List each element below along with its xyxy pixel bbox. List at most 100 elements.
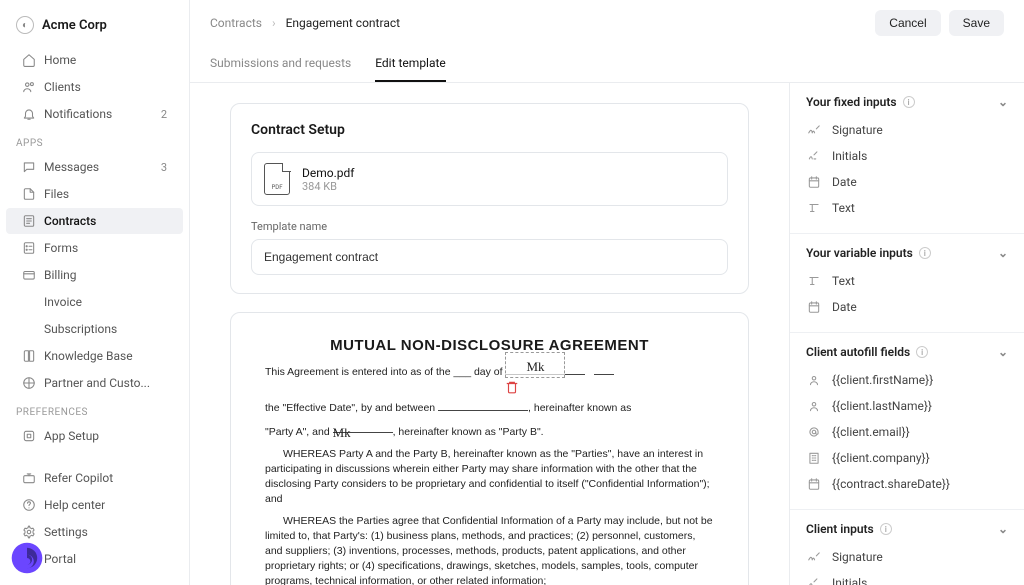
signature-field-overlay[interactable]: Mk <box>505 352 565 378</box>
input-item-initials[interactable]: Initials <box>806 570 1008 585</box>
setup-icon <box>22 429 36 443</box>
sidebar-item-label: Home <box>44 53 76 67</box>
sidebar-item-label: Refer Copilot <box>44 471 113 485</box>
save-button[interactable]: Save <box>949 10 1004 36</box>
panel-title: Contract Setup <box>251 122 728 138</box>
sidebar-item-subscriptions[interactable]: Subscriptions <box>6 316 183 342</box>
input-group-header[interactable]: Your fixed inputs i ⌄ <box>806 95 1008 109</box>
info-icon[interactable]: i <box>903 96 915 108</box>
contract-setup-panel: Contract Setup PDF Demo.pdf 384 KB Templ… <box>230 103 749 294</box>
sidebar: ◐ Acme Corp Home Clients Notifications2 AP… <box>0 0 190 585</box>
sidebar-item-label: Partner and Custo... <box>44 376 150 390</box>
sidebar-item-refer-copilot[interactable]: Refer Copilot <box>6 465 183 491</box>
input-item-initials[interactable]: Initials <box>806 143 1008 169</box>
file-row[interactable]: PDF Demo.pdf 384 KB <box>251 152 728 206</box>
sidebar-item-label: Subscriptions <box>44 322 117 336</box>
date-icon <box>806 174 822 190</box>
sidebar-item-clients[interactable]: Clients <box>6 74 183 100</box>
sidebar-item-label: Clients <box>44 80 81 94</box>
input-item--contract-sharedate-[interactable]: {{contract.shareDate}} <box>806 471 1008 497</box>
input-item-label: {{client.lastName}} <box>832 399 932 413</box>
user-icon <box>806 372 822 388</box>
cancel-button[interactable]: Cancel <box>875 10 940 36</box>
breadcrumb-root[interactable]: Contracts <box>210 16 262 30</box>
sidebar-item-messages[interactable]: Messages3 <box>6 154 183 180</box>
group-title: Your variable inputs <box>806 246 913 260</box>
info-icon[interactable]: i <box>880 523 892 535</box>
document-preview[interactable]: MUTUAL NON-DISCLOSURE AGREEMENT This Agr… <box>230 312 749 585</box>
date-icon <box>806 476 822 492</box>
settings-icon <box>22 525 36 539</box>
input-item-date[interactable]: Date <box>806 294 1008 320</box>
nav-section-apps: APPS <box>0 128 189 153</box>
nav: Home Clients Notifications2 APPS Messages3… <box>0 46 189 456</box>
input-item-text[interactable]: Text <box>806 195 1008 221</box>
input-group-header[interactable]: Client autofill fields i ⌄ <box>806 345 1008 359</box>
at-icon <box>806 424 822 440</box>
sidebar-item-label: Knowledge Base <box>44 349 133 363</box>
sidebar-item-notifications[interactable]: Notifications2 <box>6 101 183 127</box>
input-item--client-firstname-[interactable]: {{client.firstName}} <box>806 367 1008 393</box>
signature-scribble-icon: Mk <box>526 358 544 377</box>
info-icon[interactable]: i <box>919 247 931 259</box>
file-name: Demo.pdf <box>302 166 354 180</box>
input-item--client-email-[interactable]: {{client.email}} <box>806 419 1008 445</box>
chevron-down-icon: ⌄ <box>998 345 1008 359</box>
input-item-label: Text <box>832 201 855 215</box>
input-item-label: Signature <box>832 123 883 137</box>
main: Contracts › Engagement contract Cancel S… <box>190 0 1024 585</box>
input-item-text[interactable]: Text <box>806 268 1008 294</box>
billing-icon <box>22 268 36 282</box>
sidebar-item-partner-and-custo-[interactable]: Partner and Custo... <box>6 370 183 396</box>
sidebar-item-label: Notifications <box>44 107 112 121</box>
kb-icon <box>22 349 36 363</box>
input-group-header[interactable]: Client inputs i ⌄ <box>806 522 1008 536</box>
company-icon <box>806 450 822 466</box>
doc-p3: WHEREAS the Parties agree that Confident… <box>265 514 714 585</box>
init-icon <box>806 575 822 585</box>
tab-edit-template[interactable]: Edit template <box>375 46 446 82</box>
text-icon <box>806 273 822 289</box>
sidebar-item-label: Settings <box>44 525 88 539</box>
input-item-label: Initials <box>832 576 867 585</box>
sidebar-item-forms[interactable]: Forms <box>6 235 183 261</box>
input-item-signature[interactable]: Signature <box>806 544 1008 570</box>
info-icon[interactable]: i <box>916 346 928 358</box>
sidebar-item-files[interactable]: Files <box>6 181 183 207</box>
input-item--client-lastname-[interactable]: {{client.lastName}} <box>806 393 1008 419</box>
bell-icon <box>22 107 36 121</box>
template-name-input[interactable] <box>251 239 728 275</box>
sidebar-item-label: App Setup <box>44 429 99 443</box>
sidebar-item-label: Contracts <box>44 214 96 228</box>
doc-p1-line2: the "Effective Date", by and between , h… <box>265 400 714 416</box>
sidebar-item-billing[interactable]: Billing <box>6 262 183 288</box>
input-item-date[interactable]: Date <box>806 169 1008 195</box>
input-item-label: {{client.email}} <box>832 425 910 439</box>
input-item--client-company-[interactable]: {{client.company}} <box>806 445 1008 471</box>
tab-submissions[interactable]: Submissions and requests <box>210 46 351 82</box>
input-item-label: {{contract.shareDate}} <box>832 477 950 491</box>
sidebar-item-invoice[interactable]: Invoice <box>6 289 183 315</box>
sig-icon <box>806 122 822 138</box>
sidebar-item-label: Portal <box>44 552 76 566</box>
nav-section-prefs: PREFERENCES <box>0 397 189 422</box>
sidebar-item-home[interactable]: Home <box>6 47 183 73</box>
input-item-label: Date <box>832 175 857 189</box>
trash-icon[interactable] <box>505 380 591 394</box>
tabs: Submissions and requests Edit template <box>190 46 1024 83</box>
input-group-header[interactable]: Your variable inputs i ⌄ <box>806 246 1008 260</box>
sidebar-item-knowledge-base[interactable]: Knowledge Base <box>6 343 183 369</box>
brand: ◐ Acme Corp <box>0 12 189 46</box>
doc-p1-line3: "Party A", and Mk, hereinafter known as … <box>265 422 714 440</box>
file-size: 384 KB <box>302 180 354 193</box>
input-item-label: {{client.firstName}} <box>832 373 933 387</box>
sidebar-item-app-setup[interactable]: App Setup <box>6 423 183 449</box>
breadcrumb: Contracts › Engagement contract <box>210 16 400 30</box>
input-item-label: Date <box>832 300 857 314</box>
chevron-down-icon: ⌄ <box>998 95 1008 109</box>
sidebar-item-label: Invoice <box>44 295 82 309</box>
sidebar-item-help-center[interactable]: Help center <box>6 492 183 518</box>
group-title: Client inputs <box>806 522 874 536</box>
sidebar-item-contracts[interactable]: Contracts <box>6 208 183 234</box>
input-item-signature[interactable]: Signature <box>806 117 1008 143</box>
